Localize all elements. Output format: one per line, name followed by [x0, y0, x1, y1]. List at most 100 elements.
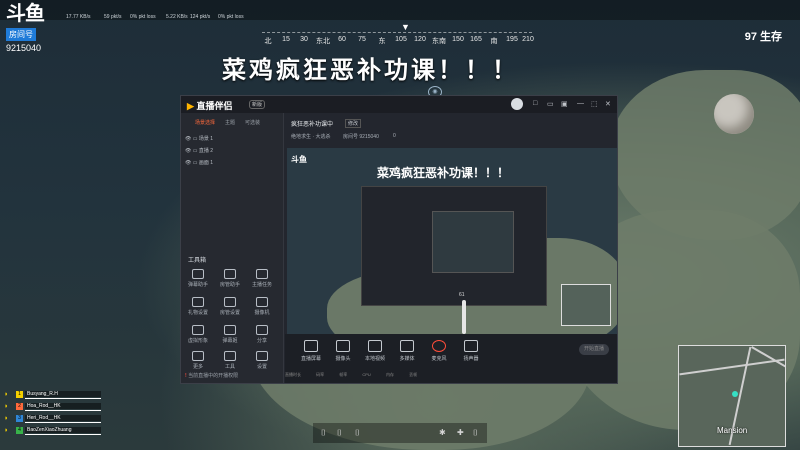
- stream-category[interactable]: 绝地求生 · 大逃杀: [291, 133, 330, 140]
- minimap-road: [751, 346, 785, 368]
- skin-icon[interactable]: □: [533, 100, 537, 107]
- status-item: 码率: [316, 372, 325, 377]
- net-stat: 124 pkt/s: [190, 14, 211, 20]
- camera-button[interactable]: 摄像头: [329, 340, 357, 362]
- compass-tick: 30: [300, 36, 308, 43]
- screen-capture-button[interactable]: 直播屏幕: [297, 340, 325, 362]
- compass-tick: 东: [378, 38, 386, 45]
- edit-title-button[interactable]: 修改: [345, 119, 362, 128]
- volume-value: 61: [459, 292, 465, 298]
- tool-tools[interactable]: 工具: [217, 351, 243, 370]
- close-button[interactable]: ✕: [605, 100, 611, 108]
- compass-tick: 120: [414, 36, 426, 43]
- preview-minimap: [561, 284, 611, 326]
- tool-room-manager[interactable]: 房管助手: [217, 269, 243, 288]
- room-number: 9215040: [6, 43, 42, 53]
- scene-item[interactable]: 👁 ▭ 直播 2: [185, 147, 213, 154]
- scene-item[interactable]: 👁 ▭ 画面 1: [185, 159, 213, 166]
- member-name: Hoa_Rod__HK: [25, 403, 101, 409]
- tool-manager-settings[interactable]: 房管设置: [217, 297, 243, 316]
- sidebar: 场景选择 主题 可选装 👁 ▭ 场景 1 👁 ▭ 直播 2 👁 ▭ 画面 1 工…: [181, 113, 284, 383]
- compass-tick: 165: [470, 36, 482, 43]
- toolbar-label: 多媒体: [399, 356, 415, 362]
- local-video-button[interactable]: 本地视频: [361, 340, 389, 362]
- compass-tick: 东北: [316, 38, 330, 45]
- download-icon: [224, 297, 236, 307]
- stream-title[interactable]: 疯狂恶补功课中: [291, 119, 333, 128]
- tab-scenes[interactable]: 场景选择: [195, 119, 215, 126]
- tool-gift[interactable]: 礼物设置: [185, 297, 211, 316]
- avatar[interactable]: [511, 98, 523, 110]
- slot-icon: ⌷: [321, 428, 326, 437]
- warning-icon: !: [185, 373, 187, 379]
- status-item: 帧率: [339, 372, 348, 377]
- message-icon[interactable]: ▭: [547, 100, 554, 108]
- member-name: Heri_Rod__HK: [25, 415, 101, 421]
- tab-addons[interactable]: 可选装: [245, 119, 260, 126]
- health-bar: [25, 422, 101, 423]
- tool-settings[interactable]: 设置: [249, 351, 275, 370]
- tool-danmu-ji[interactable]: 弹幕姬: [217, 325, 243, 344]
- monitor-icon: [304, 340, 318, 352]
- image-icon: [256, 297, 268, 307]
- tool-label: 房管设置: [219, 310, 240, 316]
- stream-room-number: 房间号 9215040: [343, 134, 379, 140]
- speaker-icon: [464, 340, 478, 352]
- health-bar: [25, 398, 101, 399]
- minimize-button[interactable]: —: [577, 100, 584, 107]
- video-icon: [368, 340, 382, 352]
- microphone-button[interactable]: 麦克风: [425, 340, 453, 362]
- tool-danmu-assistant[interactable]: 弹幕助手: [185, 269, 211, 288]
- compass-tick: 150: [452, 36, 464, 43]
- tool-label: 工具: [224, 364, 235, 370]
- minimap-road: [679, 358, 785, 376]
- net-stat: 0% pkt loss: [130, 14, 156, 20]
- share-icon: [256, 325, 268, 335]
- tool-tasks[interactable]: 主播任务: [249, 269, 275, 288]
- scene-item[interactable]: 👁 ▭ 场景 1: [185, 135, 213, 142]
- fan-count: 0: [393, 133, 396, 139]
- squad-member: ◗ 3 Heri_Rod__HK: [2, 414, 112, 424]
- speaker-button[interactable]: 扬声器: [457, 340, 485, 362]
- wrench-icon: [224, 351, 236, 361]
- maximize-button[interactable]: ⬚: [591, 100, 598, 108]
- health-bar: [25, 434, 101, 435]
- member-name: Busyang_R.H: [25, 391, 101, 397]
- compass-tick: 60: [338, 36, 346, 43]
- status-row: 直播时长 码率 帧率 CPU 内存 丢帧: [285, 372, 431, 378]
- multimedia-button[interactable]: 多媒体: [393, 340, 421, 362]
- toolbar-label: 本地视频: [364, 356, 385, 362]
- member-number: 4: [16, 427, 23, 434]
- tool-share[interactable]: 分享: [249, 325, 275, 344]
- tool-label: 设置: [256, 364, 267, 370]
- gear-icon: [256, 351, 268, 361]
- compass-tick: 195: [506, 36, 518, 43]
- mask-icon: [192, 325, 204, 335]
- tool-label: 主播任务: [251, 282, 272, 288]
- toolbox-heading: 工具箱: [188, 258, 207, 264]
- microphone-icon: [432, 340, 446, 352]
- net-stat: 5.22 KB/s: [166, 14, 188, 20]
- volume-slider[interactable]: [462, 300, 466, 334]
- gift-icon: [192, 297, 204, 307]
- recursive-preview-inner: [432, 211, 514, 273]
- tool-label: 房管助手: [219, 282, 240, 288]
- tab-theme[interactable]: 主题: [225, 119, 235, 126]
- tool-avatar[interactable]: 虚拟形象: [185, 325, 211, 344]
- chat-icon: [192, 269, 204, 279]
- minimap[interactable]: Mansion: [678, 345, 786, 447]
- tool-camera[interactable]: 摄像机: [249, 297, 275, 316]
- member-name: BaoZenXiaoZhuang: [25, 427, 101, 433]
- member-number: 2: [16, 403, 23, 410]
- tool-more[interactable]: 更多: [185, 351, 211, 370]
- compass-line: [262, 32, 532, 33]
- version-badge[interactable]: 新版: [249, 100, 266, 109]
- wifi-icon: ◗: [4, 403, 9, 410]
- start-stream-button[interactable]: 开始直播: [579, 344, 609, 355]
- compass-tick: 北: [264, 38, 272, 45]
- settings-icon[interactable]: ▣: [561, 100, 568, 108]
- squad-member: ◗ 1 Busyang_R.H: [2, 390, 112, 400]
- preview-banner: 菜鸡疯狂恶补功课！！！: [377, 166, 510, 180]
- tool-label: 礼物设置: [187, 310, 208, 316]
- tool-label: 更多: [192, 364, 203, 370]
